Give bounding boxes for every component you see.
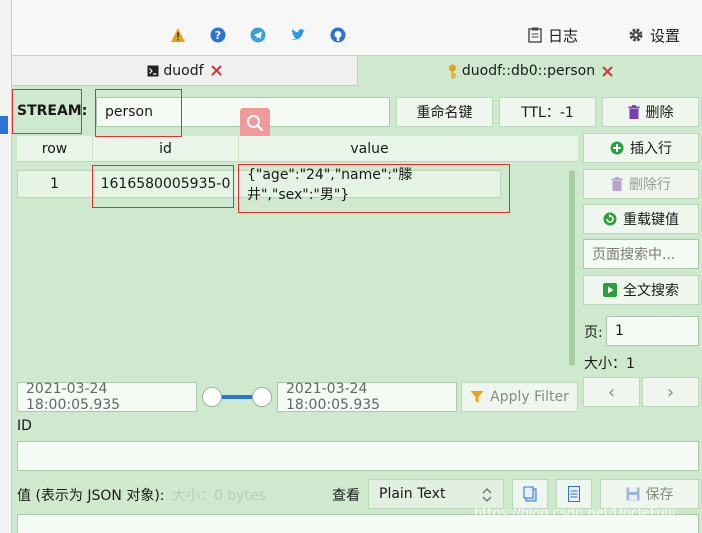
cell-row: 1: [50, 176, 59, 192]
value-size-hint: 大小：0 bytes: [172, 488, 266, 504]
close-icon[interactable]: [210, 65, 222, 76]
top-toolbar: [12, 0, 702, 56]
rename-key-button[interactable]: 重命名键: [396, 97, 493, 127]
tab-person-label: duodf::db0::person: [461, 63, 596, 79]
range-slider-handle-end[interactable]: [252, 387, 272, 407]
gear-icon: [628, 27, 644, 43]
range-slider[interactable]: [201, 385, 273, 409]
reload-icon: [603, 212, 617, 226]
search-button[interactable]: [240, 108, 270, 138]
reload-label: 重载键值: [623, 212, 679, 228]
document-icon: [568, 486, 580, 502]
settings-label: 设置: [650, 26, 681, 45]
reload-button[interactable]: 重载键值: [583, 204, 699, 234]
apply-filter-button[interactable]: Apply Filter: [461, 382, 578, 412]
format-value-button[interactable]: [556, 479, 592, 509]
delete-key-label: 删除: [645, 105, 674, 121]
save-value-button[interactable]: 保存: [600, 479, 699, 509]
prev-page-label: ‹: [607, 381, 616, 403]
page-search-placeholder: 页面搜索中...: [592, 247, 676, 263]
telegram-icon[interactable]: [250, 27, 266, 43]
tab-duodf[interactable]: duodf: [12, 56, 358, 86]
page-search-input[interactable]: 页面搜索中...: [583, 239, 699, 269]
page-number-value: 1: [615, 323, 624, 339]
format-select[interactable]: Plain Text: [368, 479, 504, 509]
page-number-input[interactable]: 1: [606, 316, 699, 346]
watermark-text: https://blog.csdn.net/UncleFujii: [474, 506, 676, 521]
rename-key-label: 重命名键: [416, 105, 473, 121]
format-select-value: Plain Text: [379, 486, 446, 502]
insert-row-label: 插入行: [630, 141, 672, 157]
view-label: 查看: [332, 488, 360, 504]
cell-value: {"age":"24","name":"滕井","sex":"男"}: [238, 167, 501, 203]
trash-icon: [628, 105, 640, 119]
cell-id: 1616580005935-0: [92, 170, 238, 198]
left-strip: [0, 0, 12, 533]
floppy-icon: [626, 487, 640, 501]
page-label: 页:: [584, 325, 603, 341]
log-label: 日志: [548, 26, 579, 45]
close-icon[interactable]: [602, 65, 613, 77]
ttl-button[interactable]: TTL：-1: [499, 97, 596, 127]
key-name-value: person: [105, 104, 153, 120]
fulltext-search-button[interactable]: 全文搜索: [583, 275, 699, 305]
header-value[interactable]: value: [238, 136, 500, 162]
filter-start-input[interactable]: 2021-03-24 18:00:05.935: [17, 381, 197, 413]
header-row[interactable]: row: [17, 136, 92, 162]
copy-value-button[interactable]: [512, 479, 548, 509]
copy-icon: [523, 486, 537, 502]
prev-page-button[interactable]: ‹: [583, 377, 640, 407]
header-id[interactable]: id: [92, 136, 238, 162]
clipboard-icon: [528, 27, 542, 43]
play-icon: [603, 283, 617, 297]
settings-button[interactable]: 设置: [628, 24, 694, 46]
tab-duodf-label: duodf: [163, 62, 204, 79]
tab-person[interactable]: duodf::db0::person: [358, 56, 702, 86]
ttl-label: TTL：-1: [521, 105, 574, 121]
delete-key-button[interactable]: 删除: [602, 97, 699, 127]
trash-icon: [611, 177, 623, 191]
filter-start-value: 2021-03-24 18:00:05.935: [26, 381, 121, 413]
svg-text:?: ?: [215, 29, 221, 42]
range-slider-handle-start[interactable]: [202, 387, 222, 407]
id-label: ID: [17, 418, 32, 434]
magnifier-icon: [246, 114, 264, 132]
delete-row-label: 删除行: [629, 177, 671, 193]
plus-icon: [610, 141, 624, 155]
delete-row-button[interactable]: 删除行: [583, 169, 699, 199]
terminal-icon: [147, 65, 159, 77]
insert-row-button[interactable]: 插入行: [583, 133, 699, 163]
left-strip-marker: [0, 116, 8, 134]
filter-end-value: 2021-03-24 18:00:05.935: [286, 381, 381, 413]
help-icon[interactable]: ?: [210, 27, 226, 43]
github-icon[interactable]: [330, 27, 346, 43]
id-input[interactable]: [17, 441, 699, 471]
chevron-updown-icon: [481, 486, 493, 504]
log-button[interactable]: 日志: [528, 24, 588, 46]
twitter-icon[interactable]: [290, 27, 306, 43]
fulltext-search-label: 全文搜索: [623, 283, 679, 299]
next-page-label: ›: [666, 381, 675, 403]
filter-end-input[interactable]: 2021-03-24 18:00:05.935: [277, 381, 457, 413]
filter-icon: [470, 390, 484, 404]
key-icon: [447, 64, 458, 79]
table-scrollbar[interactable]: [569, 170, 575, 366]
key-type-label: STREAM:: [17, 103, 88, 119]
next-page-button[interactable]: ›: [642, 377, 699, 407]
warning-icon[interactable]: [170, 27, 186, 43]
apply-filter-label: Apply Filter: [490, 389, 569, 405]
save-value-label: 保存: [645, 487, 674, 503]
value-label: 值 (表示为 JSON 对象):: [17, 488, 165, 504]
size-label: 大小：1: [584, 356, 635, 372]
